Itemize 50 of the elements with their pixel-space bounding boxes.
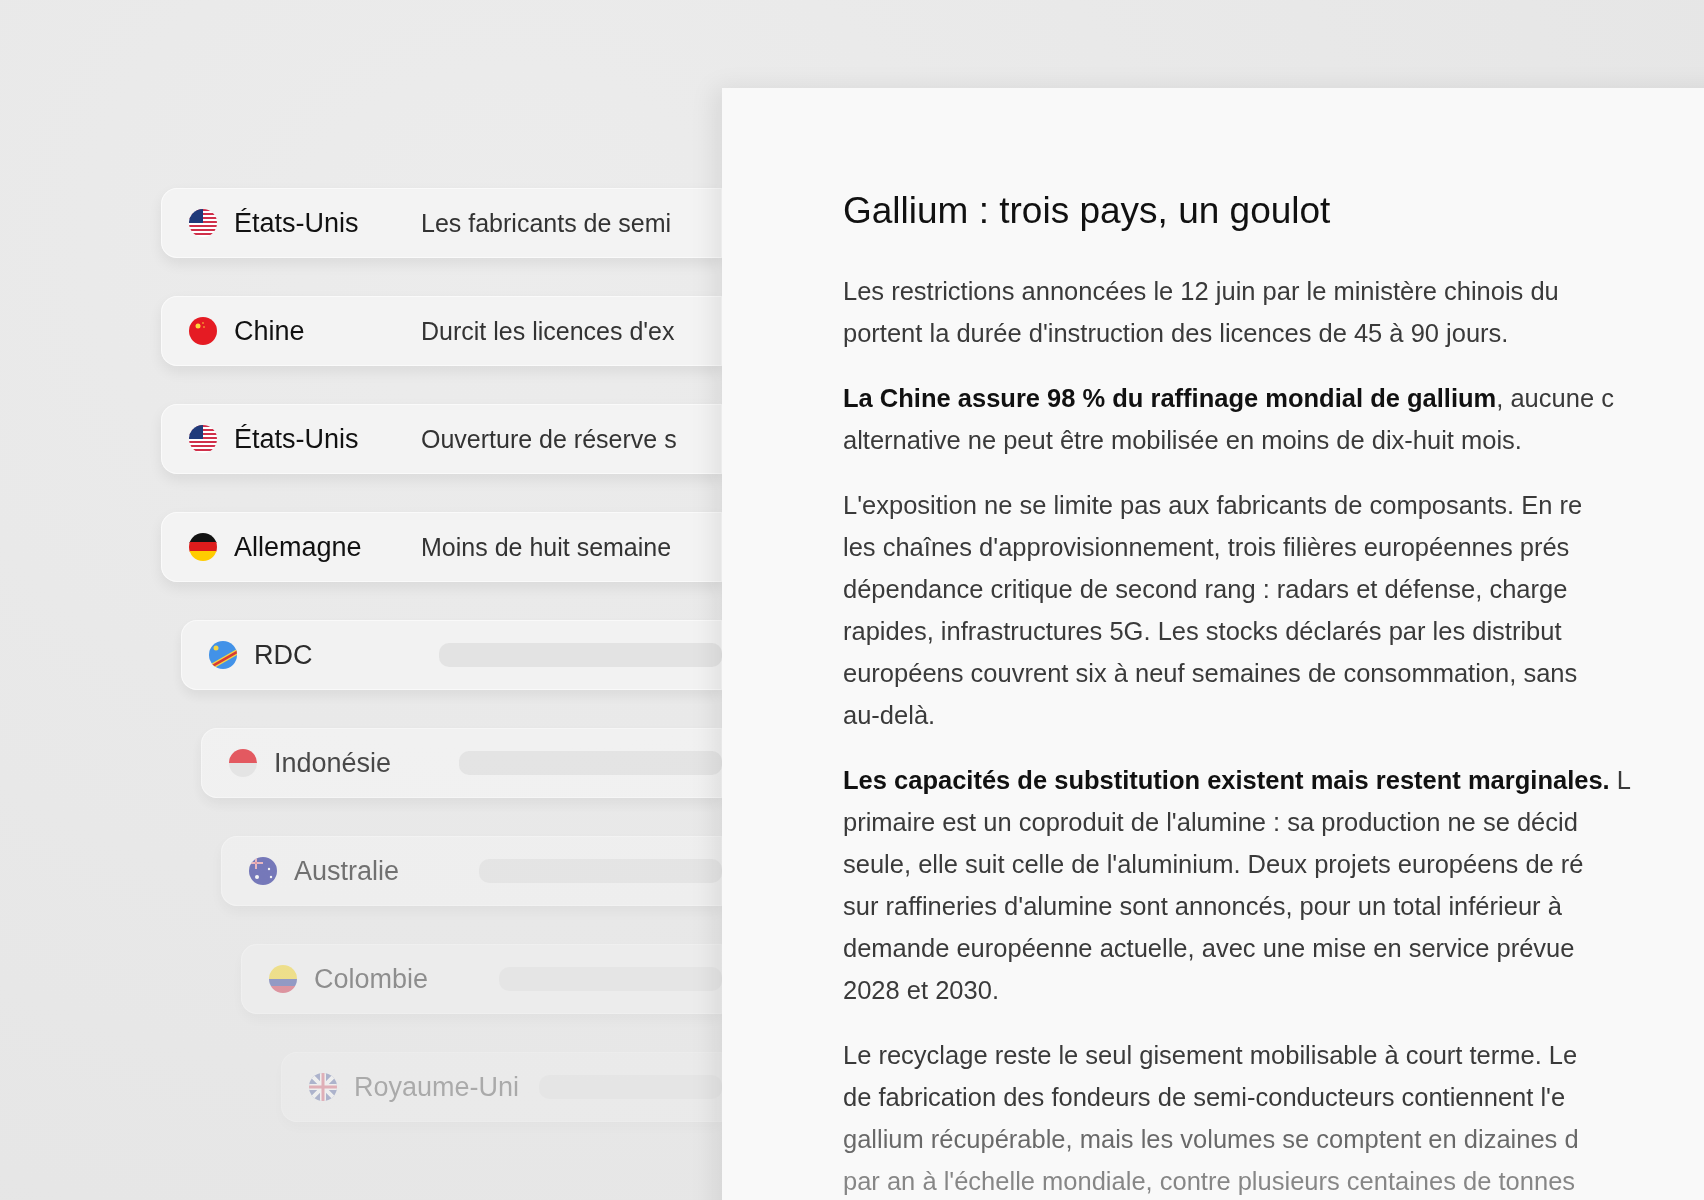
paragraph-line: L'exposition ne se limite pas aux fabricants de composants. En re	[843, 490, 1584, 521]
paragraph-line: demande européenne actuelle, avec une mise en service prévue	[843, 933, 1576, 964]
flag-icon	[189, 209, 217, 237]
paragraph-line: Le recyclage reste le seul gisement mobilisable à court terme. Le	[843, 1040, 1579, 1071]
country-card[interactable]: RDC	[181, 620, 722, 690]
country-card[interactable]: Australie	[221, 836, 722, 906]
paragraph-line: alternative ne peut être mobilisée en moins de dix-huit mois.	[843, 425, 1523, 456]
country-name: Colombie	[314, 963, 430, 995]
paragraph-line: 2028 et 2030.	[843, 975, 1000, 1006]
paragraph-line: Les capacités de substitution existent mais restent marginales. L	[843, 765, 1632, 796]
paragraph-line: primaire est un coproduit de l'alumine : sa production ne se décid	[843, 807, 1579, 838]
country-name: Chine	[234, 315, 306, 347]
flag-icon	[229, 749, 257, 777]
paragraph-line: portent la durée d'instruction des licences de 45 à 90 jours.	[843, 318, 1510, 349]
paragraph-line: sur raffineries d'alumine sont annoncés, pour un total inférieur à	[843, 891, 1563, 922]
country-name: États-Unis	[234, 207, 360, 239]
flag-icon	[309, 1073, 337, 1101]
flag-icon	[189, 533, 217, 561]
country-name: RDC	[254, 639, 314, 671]
country-summary: Durcit les licences d'ex	[421, 316, 675, 346]
country-card[interactable]: Chine Durcit les licences d'ex	[161, 296, 722, 366]
paragraph-line: de fabrication des fondeurs de semi-conducteurs contiennent l'e	[843, 1082, 1567, 1113]
country-summary: Moins de huit semaine	[421, 532, 672, 562]
paragraph-line: au-delà.	[843, 700, 937, 731]
country-card[interactable]: Indonésie	[201, 728, 722, 798]
country-summary: Ouverture de réserve s	[421, 424, 677, 454]
article-title: Gallium : trois pays, un goulot	[843, 190, 1332, 232]
paragraph-line: les chaînes d'approvisionnement, trois filières européennes prés	[843, 532, 1571, 563]
flag-icon	[189, 317, 217, 345]
country-name: Allemagne	[234, 531, 363, 563]
country-card[interactable]: États-Unis Les fabricants de semi	[161, 188, 722, 258]
country-card[interactable]: Allemagne Moins de huit semaine	[161, 512, 722, 582]
paragraph-line: La Chine assure 98 % du raffinage mondial de gallium, aucune c	[843, 383, 1615, 414]
paragraph-line: Les restrictions annoncées le 12 juin par le ministère chinois du	[843, 276, 1560, 307]
paragraph-line: gallium récupérable, mais les volumes se comptent en dizaines d	[843, 1124, 1580, 1155]
paragraph-line: rapides, infrastructures 5G. Les stocks déclarés par les distribut	[843, 616, 1563, 647]
flag-icon	[269, 965, 297, 993]
paragraph-line: par an à l'échelle mondiale, contre plusieurs centaines de tonnes	[843, 1166, 1577, 1197]
paragraph-line: dépendance critique de second rang : radars et défense, charge	[843, 574, 1569, 605]
country-name: Indonésie	[274, 747, 393, 779]
country-name: États-Unis	[234, 423, 360, 455]
paragraph-line: seule, elle suit celle de l'aluminium. Deux projets européens de ré	[843, 849, 1585, 880]
flag-icon	[209, 641, 237, 669]
paragraph-line: européens couvrent six à neuf semaines de consommation, sans	[843, 658, 1579, 689]
country-summary: Les fabricants de semi	[421, 208, 672, 238]
flag-icon	[249, 857, 277, 885]
country-card[interactable]: États-Unis Ouverture de réserve s	[161, 404, 722, 474]
flag-icon	[189, 425, 217, 453]
country-name: Royaume-Uni	[354, 1071, 521, 1103]
country-name: Australie	[294, 855, 401, 887]
